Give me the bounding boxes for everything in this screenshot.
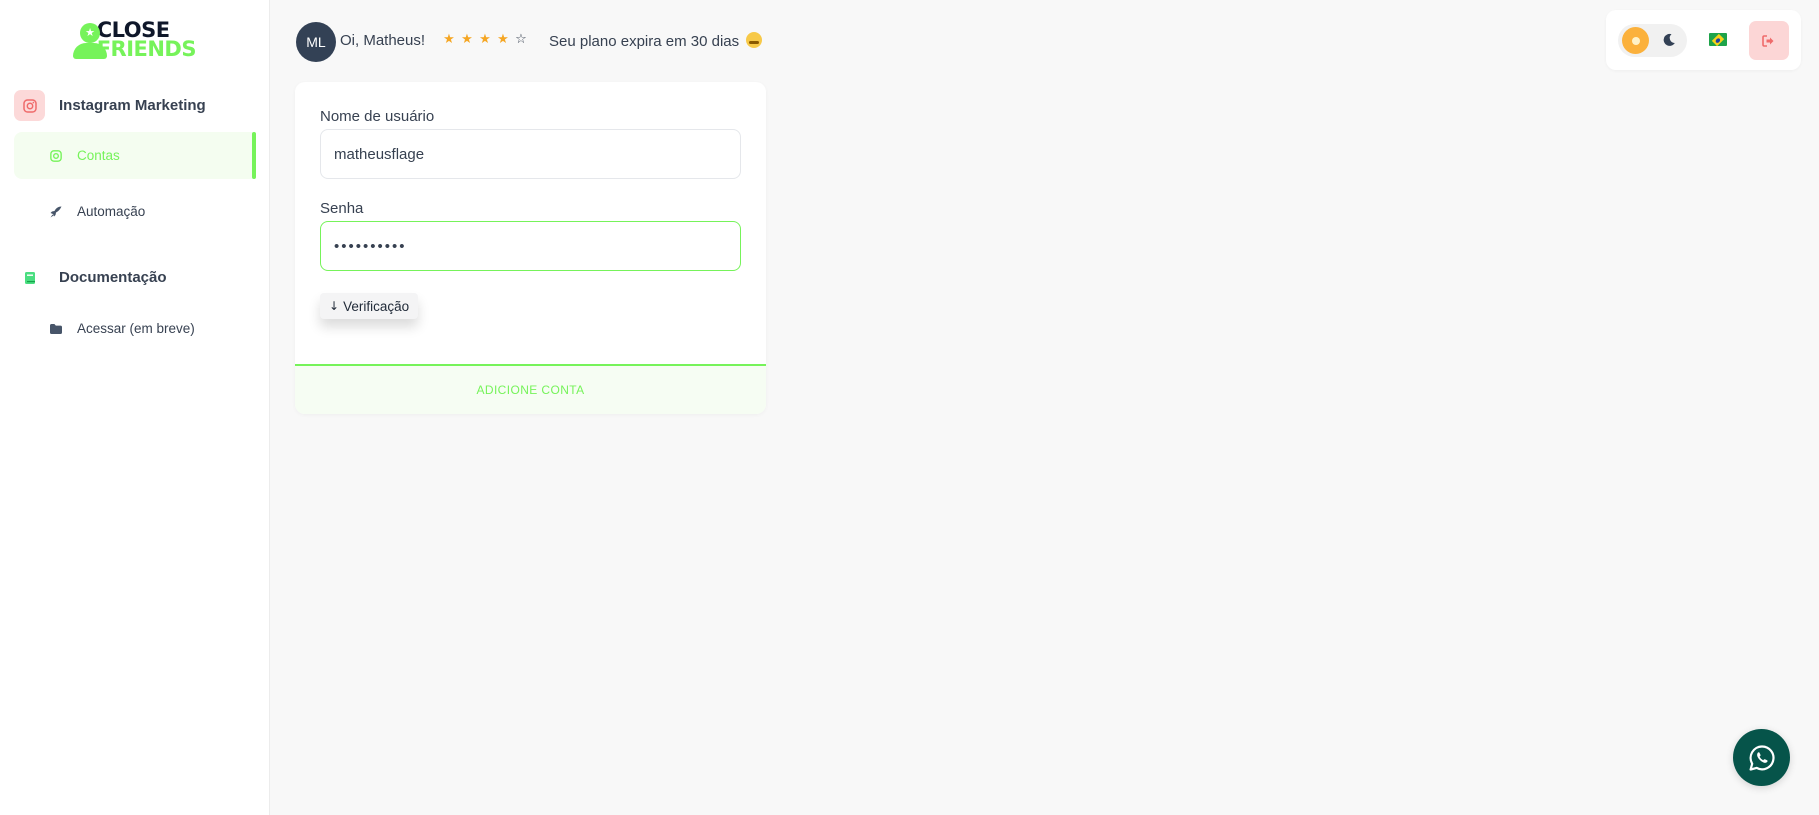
add-account-button[interactable]: ADICIONE CONTA [295, 364, 766, 414]
add-account-card: Nome de usuário Senha ↓ Verificação ADIC… [295, 82, 766, 414]
star-filled-icon: ★ [461, 32, 473, 47]
brand-logo[interactable]: ★ CLOSE FRIENDS [72, 20, 197, 61]
plan-expiry-text: Seu plano expira em 30 dias [549, 33, 740, 50]
username-label: Nome de usuário [320, 108, 435, 125]
star-filled-icon: ★ [497, 32, 509, 47]
header-toolbar [1606, 10, 1801, 70]
verification-button[interactable]: ↓ Verificação [320, 293, 419, 319]
plan-expiry: Seu plano expira em 30 dias [549, 32, 763, 50]
section-instagram-marketing: Instagram Marketing [14, 90, 206, 121]
brand-line-2: FRIENDS [96, 37, 197, 61]
password-input[interactable] [320, 221, 741, 271]
rating-stars: ★ ★ ★ ★ ☆ [442, 30, 528, 50]
sidebar-item-label: Acessar (em breve) [77, 321, 195, 336]
star-filled-icon: ★ [443, 32, 455, 47]
sidebar-item-contas[interactable]: Contas [14, 132, 256, 179]
username-input[interactable] [320, 129, 741, 179]
verification-label: Verificação [343, 298, 410, 314]
password-label: Senha [320, 200, 364, 217]
sidebar-item-label: Contas [77, 148, 120, 163]
section-label: Documentação [59, 269, 167, 286]
folder-icon [48, 321, 64, 337]
rocket-icon [48, 204, 64, 220]
logout-button[interactable] [1749, 21, 1789, 60]
avatar[interactable]: ML [296, 22, 336, 62]
logout-icon [1762, 34, 1774, 47]
sun-icon[interactable] [1622, 27, 1649, 54]
theme-toggle[interactable] [1618, 24, 1687, 57]
section-label: Instagram Marketing [59, 97, 206, 114]
sidebar-item-automacao[interactable]: Automação [14, 188, 254, 235]
sidebar-item-acessar[interactable]: Acessar (em breve) [14, 305, 254, 352]
book-icon [14, 262, 45, 293]
instagram-icon [48, 148, 64, 164]
star-empty-icon: ☆ [515, 32, 527, 47]
whatsapp-icon [1749, 744, 1774, 771]
moon-icon[interactable] [1661, 32, 1677, 48]
user-star-icon: ★ [72, 22, 107, 59]
instagram-icon [14, 90, 45, 121]
sidebar-item-label: Automação [77, 204, 146, 219]
section-documentacao: Documentação [14, 262, 167, 293]
whatsapp-button[interactable] [1733, 729, 1790, 786]
grinning-face-icon [746, 32, 763, 48]
sidebar: ★ CLOSE FRIENDS Instagram Marketing Cont… [0, 0, 270, 815]
brazil-flag-icon[interactable] [1709, 33, 1727, 46]
arrow-down-icon: ↓ [329, 299, 340, 313]
star-filled-icon: ★ [479, 32, 491, 47]
greeting-text: Oi, Matheus! [340, 32, 426, 49]
